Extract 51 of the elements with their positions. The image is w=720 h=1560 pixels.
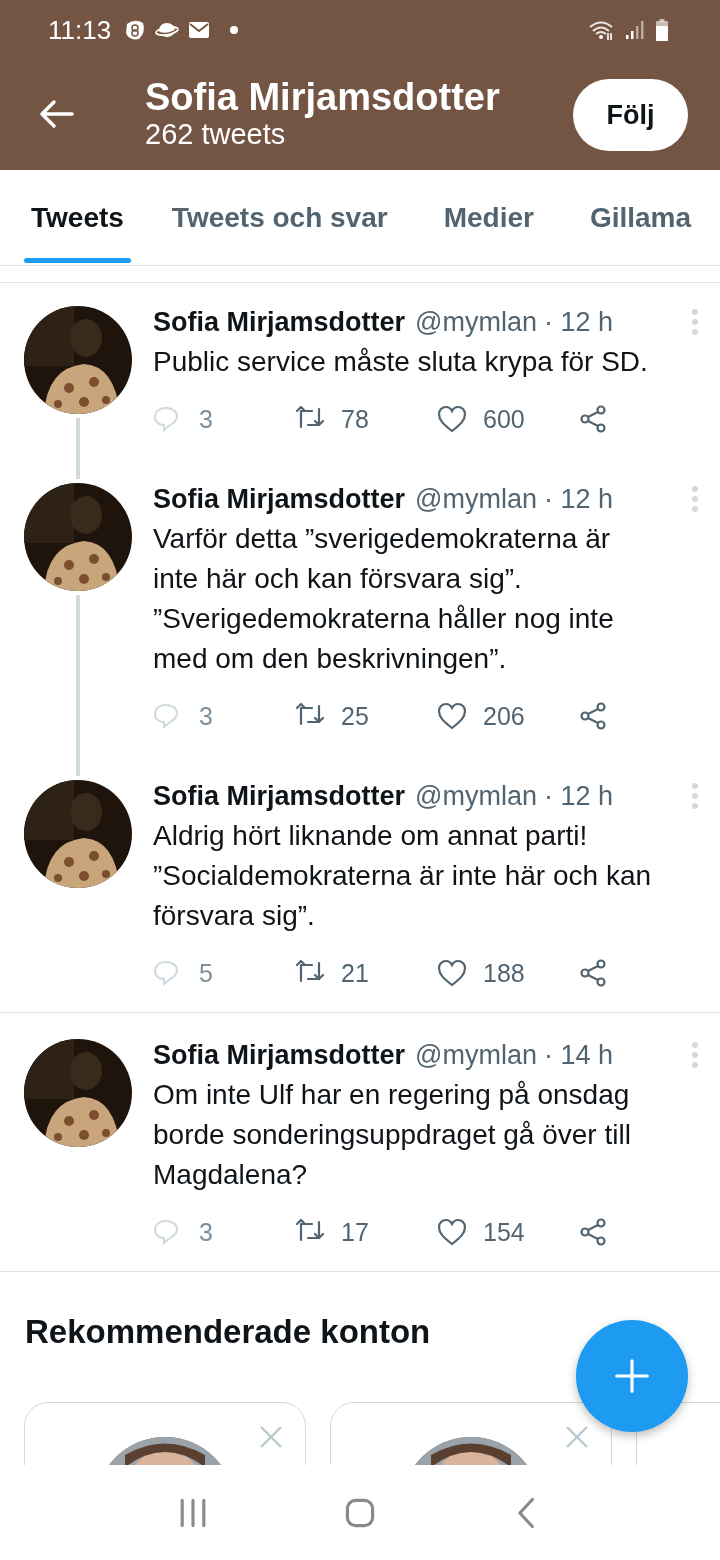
author-handle: @mymlan	[415, 306, 537, 338]
heart-icon	[437, 1218, 467, 1246]
profile-tab[interactable]: Medier	[443, 170, 534, 265]
author-name: Sofia Mirjamsdotter	[153, 306, 406, 338]
like-button[interactable]: 206	[437, 701, 579, 731]
author-name: Sofia Mirjamsdotter	[153, 1039, 406, 1071]
plus-icon	[614, 1358, 650, 1394]
profile-tab[interactable]: Tweets	[24, 170, 131, 265]
author-handle: @mymlan	[415, 780, 537, 812]
share-icon[interactable]	[579, 1218, 607, 1246]
author-name: Sofia Mirjamsdotter	[153, 483, 406, 515]
tweet-text: Om inte Ulf har en regering på onsdag borde sonderingsuppdraget gå över till Magdalena?	[153, 1078, 632, 1192]
author-name: Sofia Mirjamsdotter	[153, 780, 406, 812]
like-button[interactable]: 154	[437, 1217, 579, 1247]
like-button[interactable]: 600	[437, 404, 579, 434]
retweet-button[interactable]: 78	[295, 404, 437, 434]
tweet-time: · 12 h	[543, 780, 613, 812]
heart-icon	[437, 405, 467, 433]
reply-button[interactable]: 3	[153, 404, 295, 434]
tweet-time: · 12 h	[543, 306, 613, 338]
share-icon[interactable]	[579, 702, 607, 730]
heart-icon	[437, 959, 467, 987]
status-time: 11:13	[48, 14, 112, 46]
tweet-time: · 14 h	[543, 1039, 613, 1071]
reply-button[interactable]: 3	[153, 1217, 295, 1247]
retweet-button[interactable]: 17	[295, 1217, 437, 1247]
battery-icon	[656, 19, 668, 41]
reply-button[interactable]: 3	[153, 701, 295, 731]
retweet-button[interactable]: 21	[295, 958, 437, 988]
compose-button[interactable]	[576, 1320, 688, 1432]
retweet-button[interactable]: 25	[295, 701, 437, 731]
section-heading: Rekommenderade konton	[24, 1312, 432, 1352]
tweet-text: Varför detta ”sverigedemokraterna är inte här och kan försvara sig”. ”Sverigedemokraterna håller nog inte med om den beskrivningen”.	[153, 522, 615, 676]
author-handle: @mymlan	[415, 483, 537, 515]
dot-icon	[229, 25, 240, 35]
tweet-time: · 12 h	[543, 483, 613, 515]
share-icon[interactable]	[579, 405, 607, 433]
back-arrow-icon	[38, 99, 74, 129]
heart-icon	[437, 702, 467, 730]
reply-button[interactable]: 5	[153, 958, 295, 988]
like-button[interactable]: 188	[437, 958, 579, 988]
tweet-count: 262 tweets	[145, 118, 287, 150]
profile-tab[interactable]: Gillama	[589, 170, 692, 265]
share-icon[interactable]	[579, 959, 607, 987]
follow-button[interactable]: Följ	[573, 79, 688, 151]
profile-tab[interactable]: Tweets och svar	[171, 170, 388, 265]
tweet-text: Public service måste sluta krypa för SD.	[153, 345, 649, 379]
profile-name: Sofia Mirjamsdotter	[145, 76, 501, 118]
tweet-text: Aldrig hört liknande om annat parti! ”Socialdemokraterna är inte här och kan försvara sig”.	[153, 819, 653, 933]
author-handle: @mymlan	[415, 1039, 537, 1071]
back-button[interactable]	[38, 99, 76, 131]
